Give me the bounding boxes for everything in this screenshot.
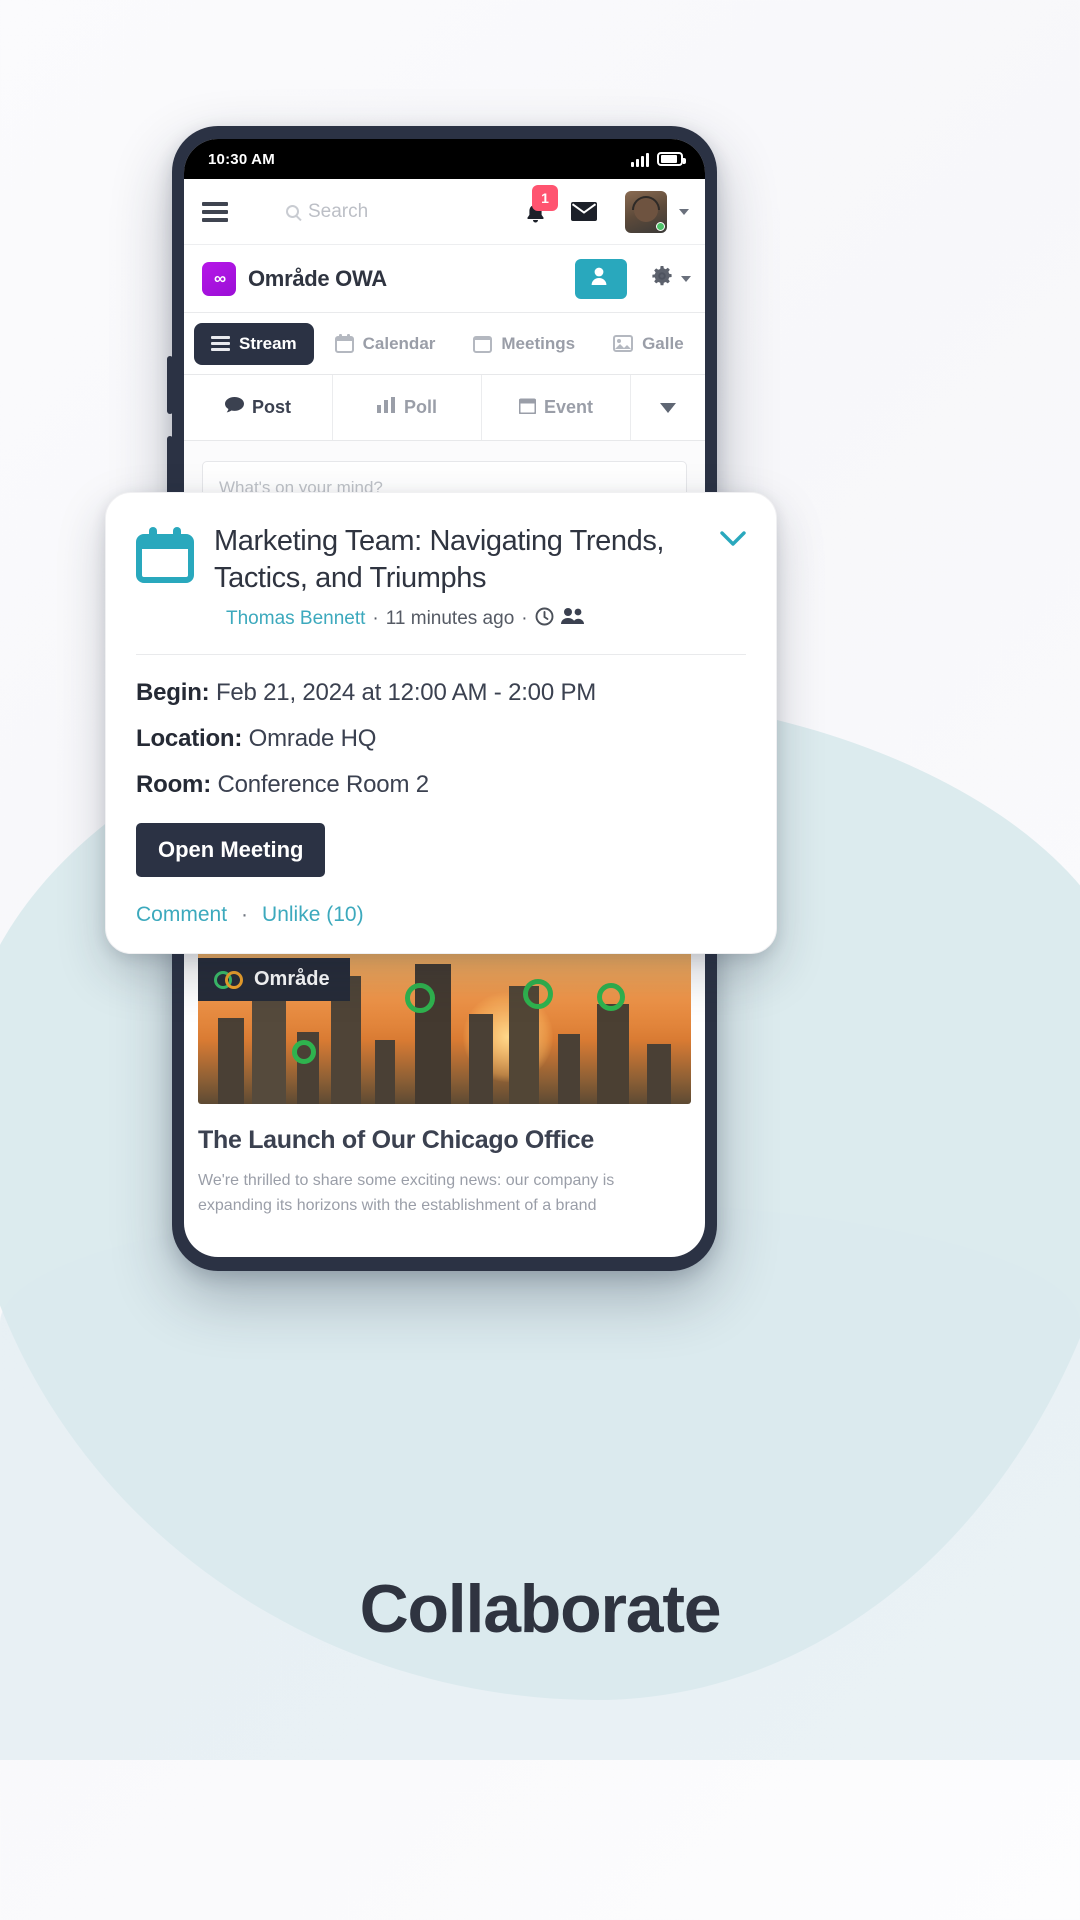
bar-chart-icon [376,397,396,418]
stream-list-icon [211,336,230,351]
status-bar-indicators [631,152,686,167]
envelope-icon [571,202,597,221]
skyline-building [646,1044,671,1105]
event-detail-room-label: Room: [136,770,211,798]
comment-icon [224,397,244,418]
unlike-link[interactable]: Unlike (10) [262,903,364,927]
brand-rings-icon [214,970,244,989]
banner-brand-label: Område [254,968,330,991]
event-detail-room-value: Conference Room 2 [217,770,429,798]
notification-badge: 1 [532,185,558,211]
skyline-building [375,1040,396,1105]
post-type-poll[interactable]: Poll [333,375,482,440]
post-type-row: Post Poll Event [184,375,705,441]
hamburger-menu-icon[interactable] [202,201,228,222]
app-topbar: Search 1 [184,179,705,245]
calendar-icon [473,334,493,353]
event-detail-location-label: Location: [136,724,243,752]
post-type-post[interactable]: Post [184,375,333,440]
banner-marker [291,1040,316,1065]
tab-stream-label: Stream [239,333,297,353]
messages-button[interactable] [571,202,597,221]
tab-calendar-label: Calendar [362,333,436,353]
banner-marker [405,982,436,1013]
status-bar: 10:30 AM [184,139,705,179]
tab-calendar[interactable]: Calendar [318,323,453,365]
tab-meetings[interactable]: Meetings [456,323,592,365]
group-tabs: Stream Calendar Meetings Galle [184,313,705,375]
event-detail-location: Location: Omrade HQ [136,725,746,753]
group-name: Område OWA [248,265,387,291]
calendar-icon [518,397,537,419]
calendar-icon [334,334,354,353]
background-blob-secondary [0,1200,1080,1760]
event-detail-begin-value: Feb 21, 2024 at 12:00 AM - 2:00 PM [215,678,597,706]
search-placeholder: Search [308,200,369,222]
meta-separator-2: · [521,608,528,630]
page-caption: Collaborate [359,1571,722,1647]
skyline-building [217,1018,244,1105]
group-users-icon [560,607,585,631]
post-type-event[interactable]: Event [482,375,631,440]
tab-gallery[interactable]: Galle [596,323,701,365]
background-post-heading: The Launch of Our Chicago Office [198,1126,594,1155]
group-header: ∞ Område OWA [184,245,705,313]
event-card-footer: Comment · Unlike (10) [136,903,746,927]
banner-marker [597,982,626,1011]
open-meeting-button[interactable]: Open Meeting [136,822,326,877]
post-type-post-label: Post [251,397,291,417]
image-icon [613,335,634,352]
footer-separator: · [241,902,249,926]
chevron-down-icon [681,275,691,282]
tab-stream[interactable]: Stream [194,322,314,365]
notifications-button[interactable]: 1 [526,185,558,223]
post-type-poll-label: Poll [403,397,437,417]
background-post-body: We're thrilled to share some exciting ne… [198,1172,615,1214]
tab-gallery-label: Galle [642,333,684,353]
event-detail-location-value: Omrade HQ [248,724,377,752]
search-icon [286,205,299,218]
battery-icon [657,152,686,166]
calendar-icon [136,527,194,588]
post-type-more-button[interactable] [631,375,705,440]
event-card-title: Marketing Team: Navigating Trends, Tacti… [214,525,665,594]
skyline-building [252,992,287,1105]
clock-icon [535,607,554,632]
user-add-icon [590,266,612,291]
chevron-down-icon[interactable] [720,531,746,552]
event-card-meta: Thomas Bennett · 11 minutes ago · [226,607,746,632]
event-card-author[interactable]: Thomas Bennett [226,608,365,630]
event-post-card: Marketing Team: Navigating Trends, Tacti… [105,492,777,954]
event-detail-begin: Begin: Feb 21, 2024 at 12:00 AM - 2:00 P… [136,679,746,707]
group-logo: ∞ [202,261,236,296]
signal-bars-icon [631,152,649,167]
skyline-building [469,1014,494,1105]
status-bar-time: 10:30 AM [208,150,275,168]
avatar[interactable] [625,190,667,233]
post-type-event-label: Event [543,397,594,417]
tab-meetings-label: Meetings [501,333,576,353]
event-detail-begin-label: Begin: [136,678,210,706]
comment-link[interactable]: Comment [136,903,227,927]
add-member-button[interactable] [575,258,627,299]
search-input[interactable]: Search [238,201,516,223]
gear-icon [651,265,673,292]
avatar-online-dot [656,221,665,231]
event-card-time-ago: 11 minutes ago [385,608,515,630]
meta-separator: · [372,608,379,630]
background-post-banner: Område [198,944,691,1105]
skyline-building [597,1004,630,1105]
caret-down-icon [660,402,676,413]
chevron-down-icon[interactable] [679,208,689,215]
event-card-divider [136,653,746,655]
avatar-face [634,197,658,222]
group-settings-button[interactable] [639,265,691,292]
event-detail-room: Room: Conference Room 2 [136,771,746,799]
banner-brand: Område [198,958,350,1002]
event-card-header: Marketing Team: Navigating Trends, Tacti… [136,523,746,597]
skyline-building [557,1034,580,1105]
